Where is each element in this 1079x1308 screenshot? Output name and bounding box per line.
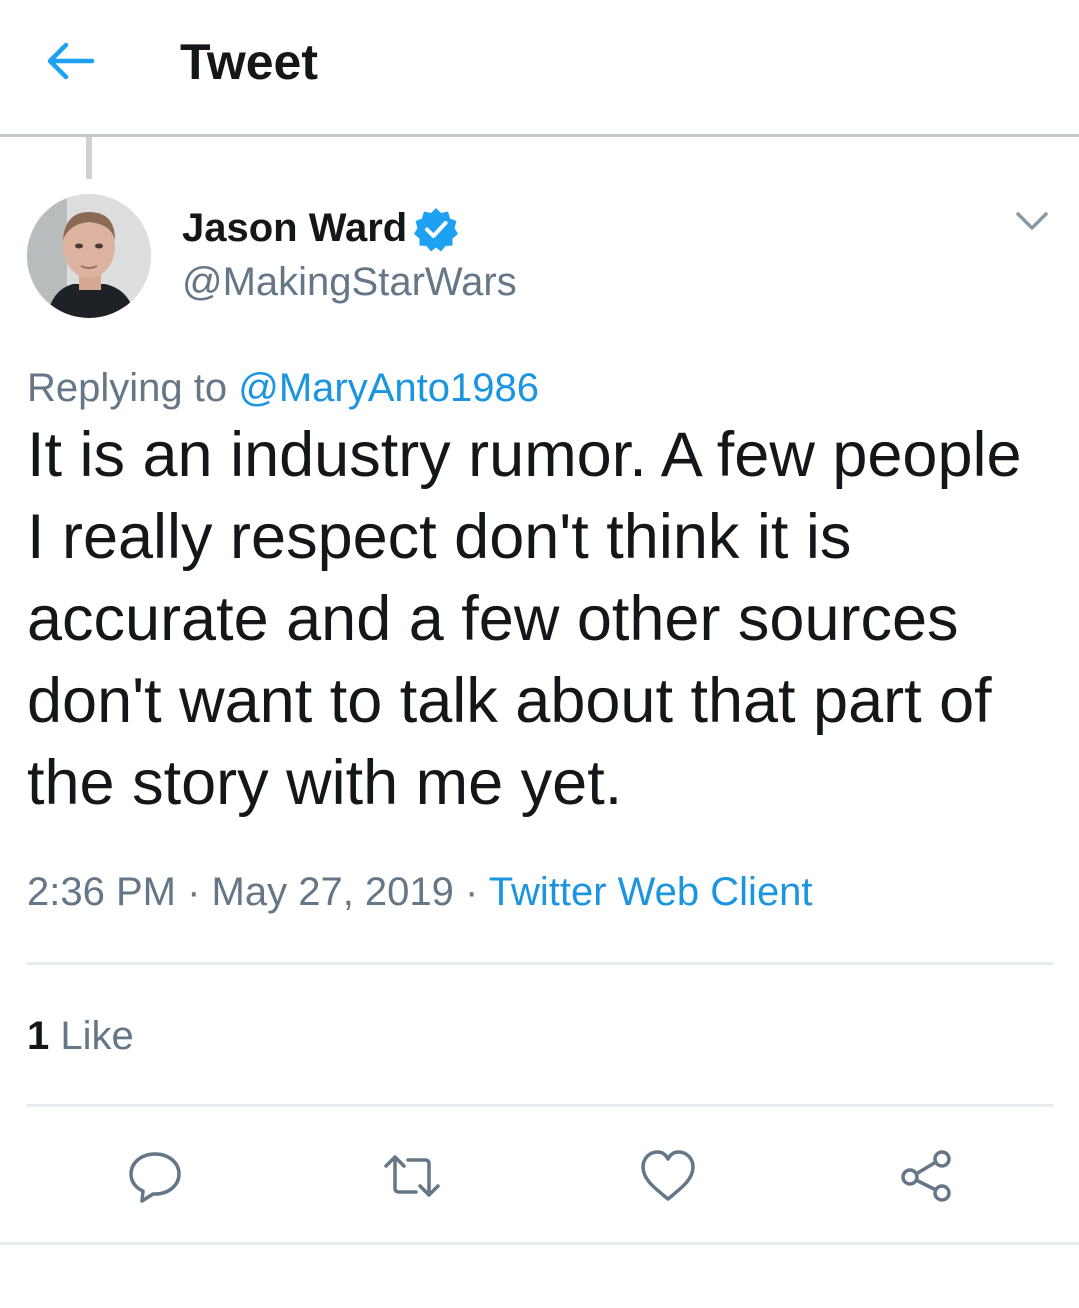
replying-to-label: Replying to — [27, 366, 239, 410]
share-icon — [901, 1150, 951, 1202]
back-arrow-icon — [47, 42, 95, 80]
like-button[interactable] — [638, 1146, 698, 1206]
tweet-text-line: I really respect don't think it is — [27, 502, 852, 572]
meta-separator: · — [175, 870, 212, 914]
reply-icon — [129, 1152, 181, 1203]
divider — [27, 1104, 1053, 1107]
avatar[interactable] — [27, 194, 151, 318]
replying-to: Replying to @MaryAnto1986 — [27, 364, 539, 412]
avatar-image — [27, 194, 151, 318]
like-label: Like — [49, 1014, 134, 1058]
tweet-text: It is an industry rumor. A few people I … — [27, 414, 1057, 824]
retweet-icon — [384, 1155, 440, 1197]
tweet-time: 2:36 PM — [27, 870, 176, 914]
tweet-text-line: It is an industry rumor. A few people — [27, 420, 1022, 490]
author-name[interactable]: Jason Ward — [182, 204, 407, 252]
back-button[interactable] — [40, 38, 100, 84]
verified-badge-icon — [414, 208, 458, 252]
author-handle[interactable]: @MakingStarWars — [182, 258, 517, 306]
retweet-button[interactable] — [382, 1146, 442, 1206]
chevron-down-icon — [1016, 212, 1048, 230]
meta-separator: · — [453, 870, 489, 914]
thread-connector-line — [86, 137, 92, 179]
tweet-text-line: don't want to talk about that part of — [27, 666, 992, 736]
page-title: Tweet — [180, 34, 318, 90]
tweet-client-link[interactable]: Twitter Web Client — [489, 870, 813, 914]
likes-count-link[interactable]: 1 Like — [27, 1012, 134, 1060]
like-icon — [641, 1150, 695, 1201]
reply-button[interactable] — [125, 1146, 185, 1206]
action-bar — [0, 1146, 1079, 1206]
divider — [27, 962, 1053, 965]
bottom-divider — [0, 1242, 1079, 1245]
reply-mention-link[interactable]: @MaryAnto1986 — [238, 366, 539, 410]
tweet-meta: 2:36 PM · May 27, 2019 · Twitter Web Cli… — [27, 868, 813, 916]
tweet-text-line: the story with me yet. — [27, 748, 623, 818]
share-button[interactable] — [896, 1146, 956, 1206]
tweet-text-line: accurate and a few other sources — [27, 584, 959, 654]
tweet-date: May 27, 2019 — [211, 870, 454, 914]
more-options-button[interactable] — [1010, 204, 1054, 240]
top-bar: Tweet — [0, 0, 1079, 137]
like-count: 1 — [27, 1014, 50, 1058]
